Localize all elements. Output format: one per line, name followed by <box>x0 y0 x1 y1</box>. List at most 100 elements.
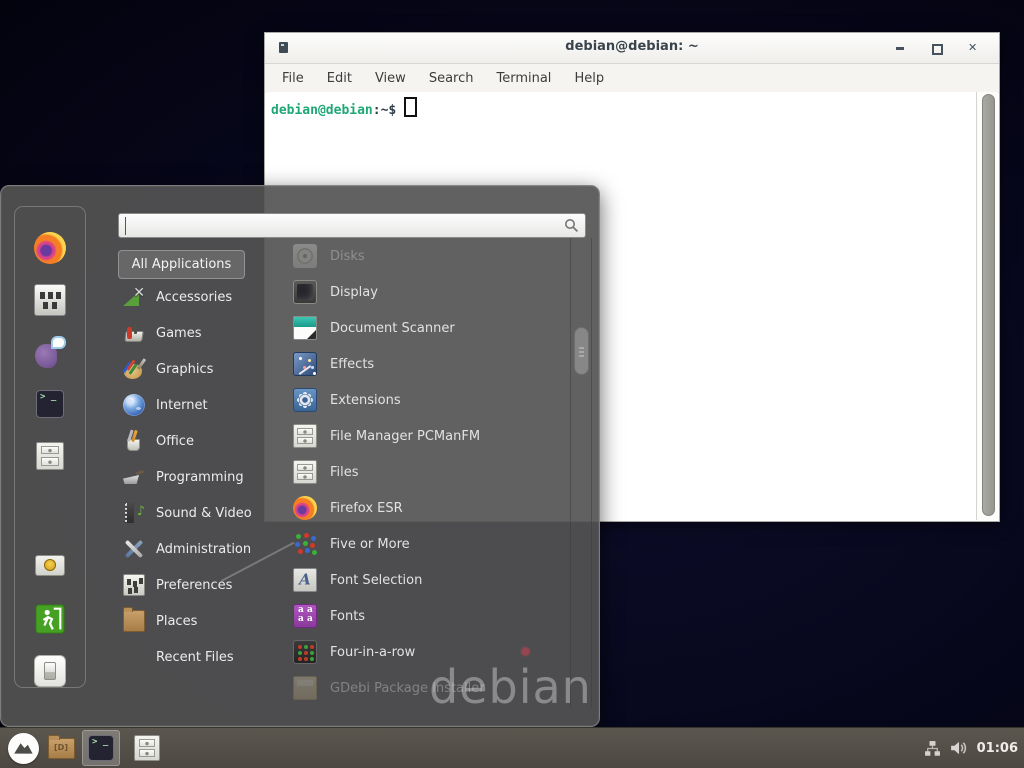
lock-screen-button[interactable] <box>24 552 76 584</box>
system-tray: 01:06 <box>924 728 1018 768</box>
minimize-icon[interactable] <box>893 41 907 55</box>
app-file-manager-pcmanfm[interactable]: File Manager PCManFM <box>284 418 568 454</box>
shutdown-icon <box>34 655 66 687</box>
four-in-a-row-icon <box>293 640 317 664</box>
app-disks[interactable]: Disks <box>284 238 568 274</box>
menu-button-icon <box>8 733 39 764</box>
app-firefox-esr[interactable]: Firefox ESR <box>284 490 568 526</box>
app-fonts[interactable]: Fonts <box>284 598 568 634</box>
category-label: Sound & Video <box>156 506 252 521</box>
category-administration[interactable]: Administration <box>118 531 268 567</box>
logout-button[interactable] <box>24 603 76 635</box>
category-label: Office <box>156 434 194 449</box>
prompt-user-host: debian@debian <box>271 103 373 118</box>
menu-terminal[interactable]: Terminal <box>496 71 551 86</box>
accessories-icon <box>123 286 145 308</box>
app-document-scanner[interactable]: Document Scanner <box>284 310 568 346</box>
app-label: Disks <box>330 249 365 264</box>
app-extensions[interactable]: Extensions <box>284 382 568 418</box>
font-selection-icon <box>293 568 317 592</box>
app-label: Fonts <box>330 609 365 624</box>
favorite-firefox[interactable] <box>24 232 76 264</box>
menu-launcher-button[interactable] <box>4 730 42 766</box>
category-graphics[interactable]: Graphics <box>118 351 268 387</box>
taskbar-files-button[interactable] <box>128 730 166 766</box>
terminal-scrollbar-thumb[interactable] <box>982 94 995 516</box>
terminal-titlebar[interactable]: debian@debian: ~ <box>265 33 999 64</box>
app-font-selection[interactable]: Font Selection <box>284 562 568 598</box>
favorite-pidgin[interactable] <box>24 336 76 368</box>
control-center-icon <box>34 284 66 316</box>
menu-edit[interactable]: Edit <box>327 71 352 86</box>
app-effects[interactable]: Effects <box>284 346 568 382</box>
menu-scrollbar-thumb[interactable] <box>574 327 589 375</box>
document-scanner-icon <box>293 316 317 340</box>
terminal-scrollbar-track[interactable] <box>976 92 998 520</box>
all-applications-label: All Applications <box>132 257 232 272</box>
programming-icon <box>123 466 145 488</box>
menu-help[interactable]: Help <box>574 71 604 86</box>
folder-d-mark: [D] <box>49 743 74 752</box>
category-programming[interactable]: Programming <box>118 459 268 495</box>
category-places[interactable]: Places <box>118 603 268 639</box>
lock-screen-icon <box>35 555 65 576</box>
app-label: Files <box>330 465 359 480</box>
shutdown-button[interactable] <box>24 655 76 687</box>
app-four-in-a-row[interactable]: Four-in-a-row <box>284 634 568 670</box>
category-internet[interactable]: Internet <box>118 387 268 423</box>
pidgin-icon <box>34 336 66 368</box>
app-label: File Manager PCManFM <box>330 429 480 444</box>
app-label: Four-in-a-row <box>330 645 415 660</box>
menu-scrollbar-track[interactable] <box>570 238 592 708</box>
category-sound-video[interactable]: Sound & Video <box>118 495 268 531</box>
app-five-or-more[interactable]: Five or More <box>284 526 568 562</box>
category-list: Accessories Games Graphics Internet Offi… <box>118 279 268 675</box>
taskbar-terminal-button[interactable] <box>82 730 120 766</box>
terminal-icon <box>88 735 114 761</box>
all-applications-button[interactable]: All Applications <box>118 250 245 279</box>
files-icon <box>293 460 317 484</box>
network-icon[interactable] <box>924 740 941 757</box>
mountain-logo-icon <box>11 736 35 760</box>
menu-file[interactable]: File <box>282 71 304 86</box>
file-manager-icon <box>134 735 160 761</box>
menu-search-box <box>118 213 586 238</box>
terminal-menubar: File Edit View Search Terminal Help <box>265 64 999 93</box>
category-office[interactable]: Office <box>118 423 268 459</box>
clock[interactable]: 01:06 <box>977 741 1018 756</box>
sound-video-icon <box>123 502 145 524</box>
taskbar-file-manager-button[interactable]: [D] <box>42 730 80 766</box>
app-display[interactable]: Display <box>284 274 568 310</box>
favorites-sidebar <box>14 206 86 688</box>
five-or-more-icon <box>293 532 317 556</box>
favorite-terminal[interactable] <box>24 388 76 420</box>
effects-icon <box>293 352 317 376</box>
category-games[interactable]: Games <box>118 315 268 351</box>
category-label: Accessories <box>156 290 232 305</box>
logout-icon <box>35 604 65 634</box>
taskbar: [D] 01:06 <box>0 727 1024 768</box>
menu-view[interactable]: View <box>375 71 406 86</box>
applications-menu: debian <box>0 185 600 727</box>
category-preferences[interactable]: Preferences <box>118 567 268 603</box>
close-icon[interactable] <box>965 41 979 55</box>
volume-icon[interactable] <box>950 739 968 757</box>
menu-search[interactable]: Search <box>429 71 474 86</box>
category-label: Games <box>156 326 201 341</box>
search-input[interactable] <box>125 217 564 235</box>
category-accessories[interactable]: Accessories <box>118 279 268 315</box>
internet-icon <box>123 394 145 416</box>
app-label: Firefox ESR <box>330 501 403 516</box>
office-icon <box>123 430 145 452</box>
category-label: Graphics <box>156 362 213 377</box>
application-list: Disks Display Document Scanner Effects E… <box>284 238 568 706</box>
app-gdebi-package-installer[interactable]: GDebi Package Installer <box>284 670 568 706</box>
preferences-icon <box>123 574 145 596</box>
category-recent-files[interactable]: Recent Files <box>118 639 268 675</box>
terminal-icon <box>36 390 64 418</box>
favorite-file-manager[interactable] <box>24 440 76 472</box>
app-files[interactable]: Files <box>284 454 568 490</box>
favorite-control-center[interactable] <box>24 284 76 316</box>
maximize-icon[interactable] <box>929 41 943 55</box>
category-label: Administration <box>156 542 251 557</box>
